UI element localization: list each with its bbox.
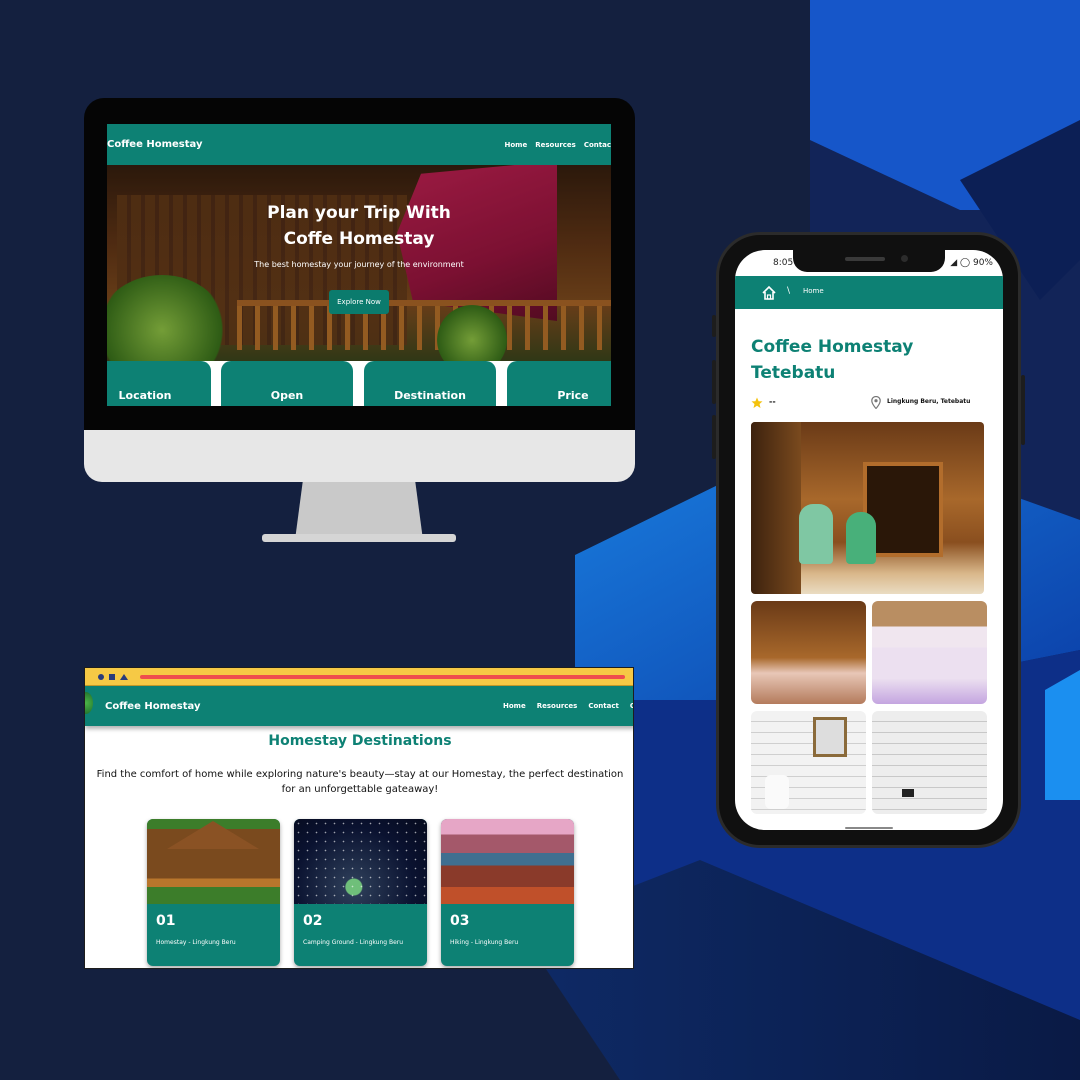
browser-nav-overflow[interactable]: C — [630, 702, 633, 710]
card-number: 02 — [303, 913, 323, 929]
homestay-image — [147, 819, 280, 904]
breadcrumb-home[interactable]: Home — [803, 287, 824, 295]
hut-roof — [167, 821, 259, 849]
monitor-stand-base — [262, 534, 456, 542]
desktop-monitor: Coffee Homestay Home Resources Contac Pl… — [84, 98, 635, 482]
card-number: 03 — [450, 913, 470, 929]
location-text: Lingkung Beru, Tetebatu — [887, 398, 971, 405]
destination-card-hiking[interactable]: 03 Hiking - Lingkung Beru — [441, 819, 574, 966]
monitor-stand — [295, 482, 423, 540]
phone-volume-down-button — [712, 415, 716, 459]
desktop-info-cards: Location Open Destination Price — [107, 361, 611, 406]
destinations-description: Find the comfort of home while exploring… — [96, 769, 624, 795]
phone-screen: 8:05 ◢ ◯ 90% \ Home Coffee Homestay Tete… — [735, 250, 1003, 830]
home-indicator[interactable] — [845, 827, 893, 829]
person-1 — [799, 504, 833, 564]
monitor-chin — [84, 430, 635, 482]
desktop-nav-home[interactable]: Home — [505, 141, 528, 149]
browser-nav-links: Home Resources Contact C — [503, 702, 633, 710]
desktop-brand[interactable]: Coffee Homestay — [107, 139, 203, 150]
property-title: Coffee Homestay Tetebatu — [751, 337, 914, 383]
browser-window: Coffee Homestay Home Resources Contact C… — [84, 667, 634, 969]
info-card-label: Price — [557, 389, 589, 402]
rating-value: -- — [769, 397, 776, 406]
location-pin-icon — [871, 396, 881, 409]
desktop-nav-contact[interactable]: Contac — [584, 141, 611, 149]
info-card-label: Location — [118, 389, 172, 402]
stars-pattern — [294, 819, 427, 904]
window-close-icon[interactable] — [98, 674, 104, 680]
desktop-nav-links: Home Resources Contac — [505, 141, 612, 149]
speaker-grille — [845, 257, 885, 261]
phone-mute-button — [712, 315, 716, 337]
explore-now-button[interactable]: Explore Now — [329, 290, 389, 314]
toilet — [765, 775, 789, 809]
phone-power-button — [1021, 375, 1025, 445]
browser-nav-home[interactable]: Home — [503, 702, 526, 710]
mirror — [813, 717, 847, 757]
bathroom-photo-1[interactable] — [751, 711, 866, 814]
front-camera — [901, 255, 908, 262]
browser-brand[interactable]: Coffee Homestay — [105, 701, 201, 712]
person-2 — [846, 512, 876, 564]
hero-title-line-1: Plan your Trip With — [267, 203, 451, 223]
hero-subtitle: The best homestay your journey of the en… — [254, 260, 464, 269]
desktop-navbar: Coffee Homestay Home Resources Contac — [107, 124, 611, 165]
info-card-label: Open — [270, 389, 304, 402]
status-battery: ◢ ◯ 90% — [950, 258, 993, 268]
home-icon[interactable] — [761, 285, 777, 301]
browser-toolbar — [85, 668, 633, 686]
status-time: 8:05 — [773, 258, 794, 268]
browser-nav-resources[interactable]: Resources — [537, 702, 578, 710]
phone-notch — [793, 250, 945, 272]
info-card-open[interactable]: Open — [221, 361, 353, 406]
card-number: 01 — [156, 913, 176, 929]
address-bar[interactable] — [140, 675, 625, 679]
destinations-heading: Homestay Destinations — [268, 733, 452, 749]
bathroom-photo-2[interactable] — [872, 711, 987, 814]
hiking-image — [441, 819, 574, 904]
hero-title: Plan your Trip With Coffe Homestay — [107, 200, 611, 252]
desktop-screen: Coffee Homestay Home Resources Contac Pl… — [107, 124, 611, 406]
camping-image — [294, 819, 427, 904]
breadcrumb-separator: \ — [787, 286, 791, 296]
room-photo-1[interactable] — [751, 601, 866, 704]
wall-panel — [751, 422, 801, 594]
card-caption: Homestay - Lingkung Beru — [156, 939, 236, 946]
hero-title-line-2: Coffe Homestay — [283, 229, 435, 249]
window-maximize-icon[interactable] — [109, 674, 115, 680]
mobile-phone: 8:05 ◢ ◯ 90% \ Home Coffee Homestay Tete… — [712, 232, 1025, 848]
window-minimize-icon[interactable] — [120, 674, 128, 680]
phone-volume-up-button — [712, 360, 716, 404]
battery-percent: 90% — [972, 258, 993, 268]
star-icon — [751, 397, 763, 408]
info-card-destination[interactable]: Destination — [364, 361, 496, 406]
room-photo-2[interactable] — [872, 601, 987, 704]
info-card-price[interactable]: Price — [507, 361, 611, 406]
destination-card-homestay[interactable]: 01 Homestay - Lingkung Beru — [147, 819, 280, 966]
card-caption: Camping Ground - Lingkung Beru — [303, 939, 404, 946]
bath-fixture — [902, 789, 914, 797]
info-card-location[interactable]: Location — [107, 361, 211, 406]
card-caption: Hiking - Lingkung Beru — [450, 939, 519, 946]
info-card-label: Destination — [394, 389, 466, 402]
main-photo[interactable] — [751, 422, 984, 594]
browser-navbar: Coffee Homestay Home Resources Contact C — [85, 686, 633, 726]
mobile-breadcrumb-bar: \ Home — [735, 276, 1003, 309]
desktop-hero: Plan your Trip With Coffe Homestay The b… — [107, 165, 611, 365]
desktop-nav-resources[interactable]: Resources — [535, 141, 576, 149]
destination-card-camping[interactable]: 02 Camping Ground - Lingkung Beru — [294, 819, 427, 966]
browser-nav-contact[interactable]: Contact — [588, 702, 619, 710]
